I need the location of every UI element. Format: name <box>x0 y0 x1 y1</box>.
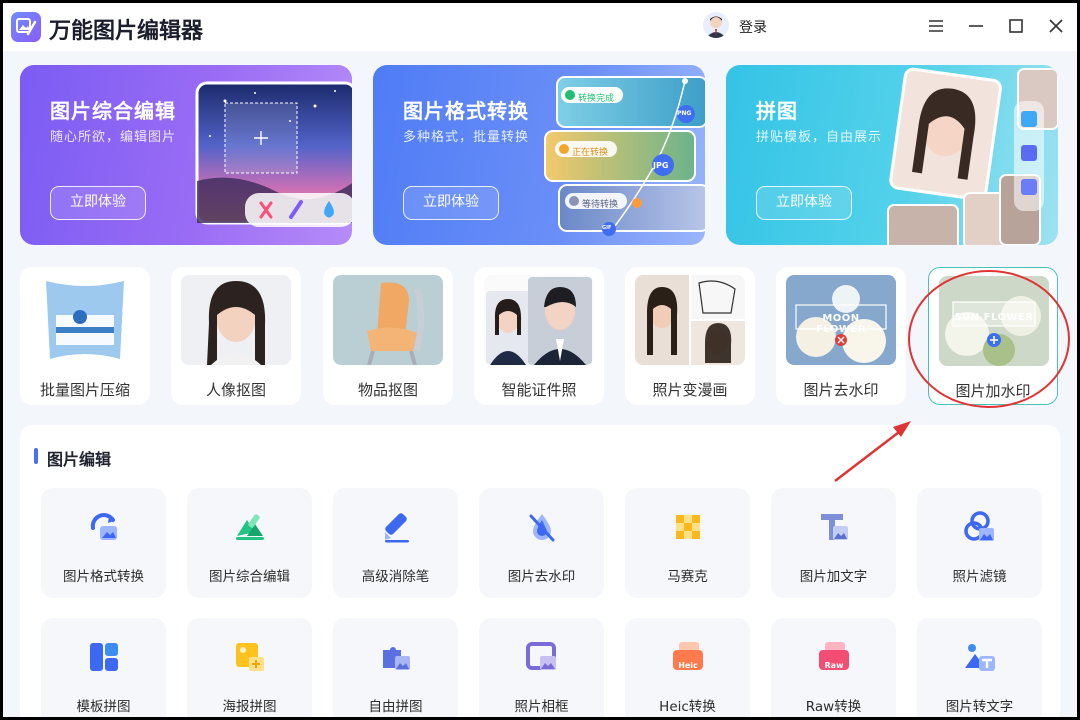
tool-id-photo[interactable]: 智能证件照 <box>474 267 604 405</box>
mosaic-icon <box>676 515 700 539</box>
tool-photo-to-comic[interactable]: 照片变漫画 <box>625 267 755 405</box>
night-sky-illustration <box>195 81 352 227</box>
portrait-cutout-thumbnail <box>181 275 291 365</box>
chip-waiting: 等待转换 <box>582 200 619 210</box>
banner-subtitle: 多种格式，批量转换 <box>403 130 530 145</box>
try-now-button[interactable]: 立即体验 <box>756 186 852 220</box>
photo-to-comic-thumbnail <box>635 275 745 365</box>
grid-item-image-to-text[interactable]: 图片转文字 <box>917 618 1042 717</box>
tool-label: 人像抠图 <box>205 381 266 399</box>
tool-label: 图片加水印 <box>955 382 1031 400</box>
collage-portrait-illustration <box>887 67 1058 245</box>
grid-item-label: 海报拼图 <box>222 699 277 715</box>
format-png: PNG <box>677 110 692 117</box>
grid-item-label: 马赛克 <box>667 569 708 585</box>
user-avatar-icon[interactable] <box>703 12 729 38</box>
title-bar: 万能图片编辑器 登录 <box>3 3 1077 51</box>
app-window: 万能图片编辑器 登录 图片综合编辑 随心所欲，编辑图片 立即体验 图片格式转换 … <box>3 3 1077 717</box>
banner-format-convert[interactable]: 图片格式转换 多种格式，批量转换 立即体验 转换完成 正在转换 等待转换 PNG… <box>373 65 705 245</box>
tool-portrait-cutout[interactable]: 人像抠图 <box>171 267 301 405</box>
banner-comprehensive-edit[interactable]: 图片综合编辑 随心所欲，编辑图片 立即体验 <box>20 65 352 245</box>
poster-collage-icon <box>236 643 264 671</box>
tool-label: 照片变漫画 <box>652 381 728 399</box>
chip-done: 转换完成 <box>578 94 615 104</box>
grid-item-label: Raw转换 <box>805 699 862 715</box>
grid-item-label: 图片格式转换 <box>63 569 144 585</box>
close-icon[interactable] <box>1043 13 1069 39</box>
eraser-pen-icon <box>385 513 409 543</box>
grid-item-mosaic[interactable]: 马赛克 <box>625 488 750 598</box>
format-convert-illustration <box>544 76 705 236</box>
image-edit-section: 图片编辑 图片格式转换 图片综合编辑 高级消除笔 图片去水印 马赛克 图片加文字… <box>20 425 1060 717</box>
comprehensive-edit-icon <box>236 514 264 540</box>
watermark-text: MOON FLOWER <box>816 313 866 335</box>
app-logo-icon <box>11 12 41 42</box>
tool-label: 批量图片压缩 <box>39 381 130 399</box>
add-text-icon <box>821 514 848 540</box>
grid-item-photo-frame[interactable]: 照片相框 <box>479 618 604 717</box>
template-collage-icon <box>90 643 118 671</box>
grid-item-raw-convert[interactable]: Raw Raw转换 <box>771 618 896 717</box>
grid-item-poster-collage[interactable]: 海报拼图 <box>187 618 312 717</box>
grid-item-eraser-pen[interactable]: 高级消除笔 <box>333 488 458 598</box>
grid-item-label: 照片相框 <box>514 699 569 715</box>
grid-item-format-convert[interactable]: 图片格式转换 <box>41 488 166 598</box>
tool-add-watermark[interactable]: SUN FLOWER 图片加水印 <box>928 267 1058 405</box>
format-convert-icon <box>90 513 117 540</box>
section-title: 图片编辑 <box>47 450 112 469</box>
try-now-button[interactable]: 立即体验 <box>50 186 146 220</box>
filter-icon <box>964 511 994 541</box>
image-to-text-icon <box>965 644 995 671</box>
grid-item-label: 模板拼图 <box>76 699 131 715</box>
tool-label: 智能证件照 <box>501 381 577 399</box>
grid-item-label: 图片加文字 <box>799 569 868 585</box>
login-link[interactable]: 登录 <box>739 17 767 37</box>
grid-item-label: Heic转换 <box>659 699 716 715</box>
grid-item-label: 高级消除笔 <box>361 569 430 585</box>
tool-object-cutout[interactable]: 物品抠图 <box>323 267 453 405</box>
grid-item-label: 图片综合编辑 <box>209 569 290 585</box>
menu-icon[interactable] <box>923 13 949 39</box>
id-photo-thumbnail <box>484 275 594 365</box>
try-now-button[interactable]: 立即体验 <box>403 186 499 220</box>
format-jpg: JPG <box>653 161 669 170</box>
grid-item-heic-convert[interactable]: Heic Heic转换 <box>625 618 750 717</box>
grid-item-photo-filter[interactable]: 照片滤镜 <box>917 488 1042 598</box>
chip-converting: 正在转换 <box>572 148 609 158</box>
photo-frame-icon <box>526 642 556 670</box>
grid-item-free-collage[interactable]: 自由拼图 <box>333 618 458 717</box>
grid-item-label: 图片去水印 <box>507 569 576 585</box>
minimize-icon[interactable] <box>963 13 989 39</box>
banner-title: 拼图 <box>756 99 798 123</box>
tool-batch-compress[interactable]: 批量图片压缩 <box>20 267 150 405</box>
tool-remove-watermark[interactable]: MOON FLOWER 图片去水印 <box>776 267 906 405</box>
grid-item-comprehensive-edit[interactable]: 图片综合编辑 <box>187 488 312 598</box>
banner-title: 图片格式转换 <box>403 99 529 123</box>
tool-label: 图片去水印 <box>803 381 879 399</box>
batch-compress-thumbnail <box>30 275 140 365</box>
remove-watermark-icon <box>529 514 555 542</box>
grid-item-label: 照片滤镜 <box>952 569 1007 585</box>
banner-title: 图片综合编辑 <box>50 99 176 123</box>
grid-item-label: 图片转文字 <box>945 699 1014 715</box>
raw-badge: Raw <box>824 661 844 670</box>
banner-collage[interactable]: 拼图 拼贴模板，自由展示 立即体验 <box>726 65 1058 245</box>
grid-item-remove-watermark[interactable]: 图片去水印 <box>479 488 604 598</box>
watermark-text: SUN FLOWER <box>954 312 1034 323</box>
banner-subtitle: 拼贴模板，自由展示 <box>756 130 883 145</box>
maximize-icon[interactable] <box>1003 13 1029 39</box>
tool-label: 物品抠图 <box>357 381 418 399</box>
app-title: 万能图片编辑器 <box>49 19 204 44</box>
section-accent-bar <box>34 448 38 464</box>
grid-item-template-collage[interactable]: 模板拼图 <box>41 618 166 717</box>
banner-subtitle: 随心所欲，编辑图片 <box>50 130 177 145</box>
object-cutout-thumbnail <box>333 275 443 365</box>
grid-item-label: 自由拼图 <box>368 699 423 715</box>
grid-item-add-text[interactable]: 图片加文字 <box>771 488 896 598</box>
free-collage-icon <box>383 647 410 670</box>
format-gif: GIF <box>602 225 612 231</box>
heic-badge: Heic <box>678 661 698 670</box>
